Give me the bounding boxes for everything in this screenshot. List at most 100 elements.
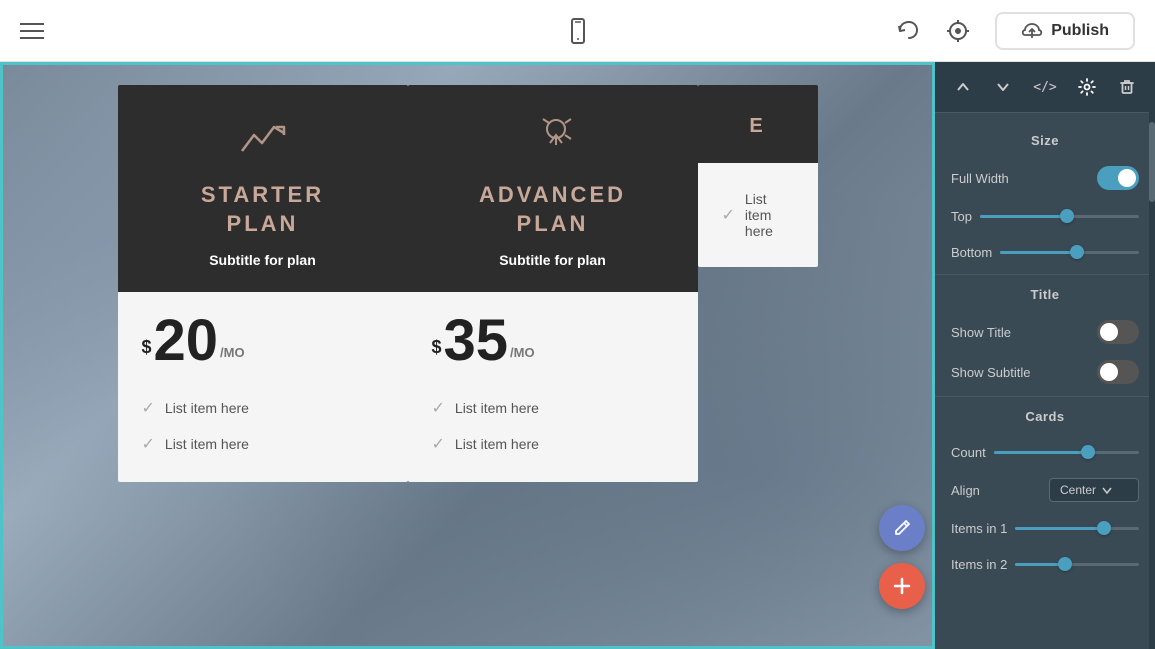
top-row: Top <box>935 198 1155 234</box>
divider-2 <box>935 396 1155 397</box>
mobile-preview-button[interactable] <box>564 17 592 45</box>
panel-scrollbar[interactable] <box>1149 112 1155 649</box>
publish-label: Publish <box>1051 22 1109 40</box>
check-icon-4: ✓ <box>432 434 445 454</box>
align-select[interactable]: Center <box>1049 478 1139 502</box>
bottom-slider-thumb[interactable] <box>1070 245 1084 259</box>
starter-list-item-2: ✓ List item here <box>142 426 384 462</box>
topbar-right: Publish <box>895 12 1135 50</box>
items-in-1-slider-track[interactable] <box>1015 527 1139 530</box>
advanced-title: ADVANCEDPLAN <box>479 181 626 238</box>
check-icon-2: ✓ <box>142 434 155 454</box>
items-in-1-row: Items in 1 <box>935 510 1155 546</box>
preview-button[interactable] <box>945 18 971 44</box>
starter-dollar: $ <box>142 337 152 358</box>
starter-period: /MO <box>220 345 245 360</box>
show-subtitle-row: Show Subtitle <box>935 352 1155 392</box>
align-label: Align <box>951 483 980 498</box>
settings-button[interactable] <box>1070 74 1104 100</box>
items-in-2-slider-thumb[interactable] <box>1058 557 1072 571</box>
fab-container <box>879 505 925 609</box>
top-label: Top <box>951 209 972 224</box>
starter-price: $ 20 /MO <box>142 312 384 370</box>
advanced-list-item-2: ✓ List item here <box>432 426 674 462</box>
count-row: Count <box>935 434 1155 470</box>
card-header-enterprise: E <box>698 85 818 163</box>
publish-button[interactable]: Publish <box>995 12 1135 50</box>
items-in-1-slider-thumb[interactable] <box>1097 521 1111 535</box>
title-section-header: Title <box>935 279 1155 312</box>
advanced-amount: 35 <box>444 312 509 370</box>
starter-icon <box>238 113 288 167</box>
card-body-starter: $ 20 /MO ✓ List item here ✓ List item he… <box>118 292 408 482</box>
full-width-label: Full Width <box>951 171 1009 186</box>
items-in-1-label: Items in 1 <box>951 521 1007 536</box>
show-title-label: Show Title <box>951 325 1011 340</box>
right-panel: </> Size <box>935 62 1155 649</box>
topbar-left <box>20 23 44 39</box>
panel-content: Size Full Width Top Bottom <box>935 113 1155 649</box>
panel-toolbar: </> <box>935 62 1155 113</box>
bottom-slider-container <box>1000 251 1139 254</box>
count-slider-container <box>994 451 1139 454</box>
pricing-card-enterprise: E ✓ List item here <box>698 85 818 267</box>
edit-fab-button[interactable] <box>879 505 925 551</box>
advanced-period: /MO <box>510 345 535 360</box>
check-icon-1: ✓ <box>142 398 155 418</box>
top-slider-fill <box>980 215 1067 218</box>
divider-1 <box>935 274 1155 275</box>
advanced-subtitle: Subtitle for plan <box>499 252 606 268</box>
card-header-advanced: ADVANCEDPLAN Subtitle for plan <box>408 85 698 292</box>
items-in-1-slider-fill <box>1015 527 1104 530</box>
align-row: Align Center <box>935 470 1155 510</box>
topbar: Publish <box>0 0 1155 62</box>
advanced-dollar: $ <box>432 337 442 358</box>
items-in-2-slider-container <box>1015 563 1139 566</box>
advanced-icon <box>528 113 578 167</box>
check-icon-3: ✓ <box>432 398 445 418</box>
items-in-2-label: Items in 2 <box>951 557 1007 572</box>
enterprise-list-item-1: ✓ List item here <box>722 183 794 247</box>
starter-amount: 20 <box>154 312 219 370</box>
undo-button[interactable] <box>895 18 921 44</box>
panel-scrollbar-thumb[interactable] <box>1149 122 1155 202</box>
show-title-row: Show Title <box>935 312 1155 352</box>
full-width-row: Full Width <box>935 158 1155 198</box>
move-down-button[interactable] <box>986 74 1020 100</box>
items-in-2-row: Items in 2 <box>935 546 1155 582</box>
code-button[interactable]: </> <box>1025 76 1064 99</box>
move-up-button[interactable] <box>946 74 980 100</box>
top-slider-thumb[interactable] <box>1060 209 1074 223</box>
advanced-price: $ 35 /MO <box>432 312 674 370</box>
bottom-slider-fill <box>1000 251 1076 254</box>
size-section-header: Size <box>935 125 1155 158</box>
bottom-row: Bottom <box>935 234 1155 270</box>
card-body-advanced: $ 35 /MO ✓ List item here ✓ List item he… <box>408 292 698 482</box>
pricing-card-starter[interactable]: STARTERPLAN Subtitle for plan $ 20 /MO ✓… <box>118 85 408 482</box>
bottom-slider-track[interactable] <box>1000 251 1139 254</box>
enterprise-title: E <box>749 113 765 139</box>
show-subtitle-label: Show Subtitle <box>951 365 1031 380</box>
delete-button[interactable] <box>1110 74 1144 100</box>
show-title-toggle[interactable] <box>1097 320 1139 344</box>
card-body-enterprise: ✓ List item here <box>698 163 818 267</box>
items-in-2-slider-track[interactable] <box>1015 563 1139 566</box>
cards-section-header: Cards <box>935 401 1155 434</box>
align-value: Center <box>1060 483 1096 497</box>
count-slider-thumb[interactable] <box>1081 445 1095 459</box>
full-width-toggle[interactable] <box>1097 166 1139 190</box>
main-area: STARTERPLAN Subtitle for plan $ 20 /MO ✓… <box>0 62 1155 649</box>
items-in-1-slider-container <box>1015 527 1139 530</box>
advanced-list-item-1: ✓ List item here <box>432 390 674 426</box>
count-slider-fill <box>994 451 1088 454</box>
bottom-label: Bottom <box>951 245 992 260</box>
add-fab-button[interactable] <box>879 563 925 609</box>
starter-title: STARTERPLAN <box>201 181 324 238</box>
starter-list-item-1: ✓ List item here <box>142 390 384 426</box>
count-slider-track[interactable] <box>994 451 1139 454</box>
card-header-starter: STARTERPLAN Subtitle for plan <box>118 85 408 292</box>
hamburger-menu[interactable] <box>20 23 44 39</box>
pricing-card-advanced[interactable]: ADVANCEDPLAN Subtitle for plan $ 35 /MO … <box>408 85 698 482</box>
show-subtitle-toggle[interactable] <box>1097 360 1139 384</box>
top-slider-track[interactable] <box>980 215 1139 218</box>
